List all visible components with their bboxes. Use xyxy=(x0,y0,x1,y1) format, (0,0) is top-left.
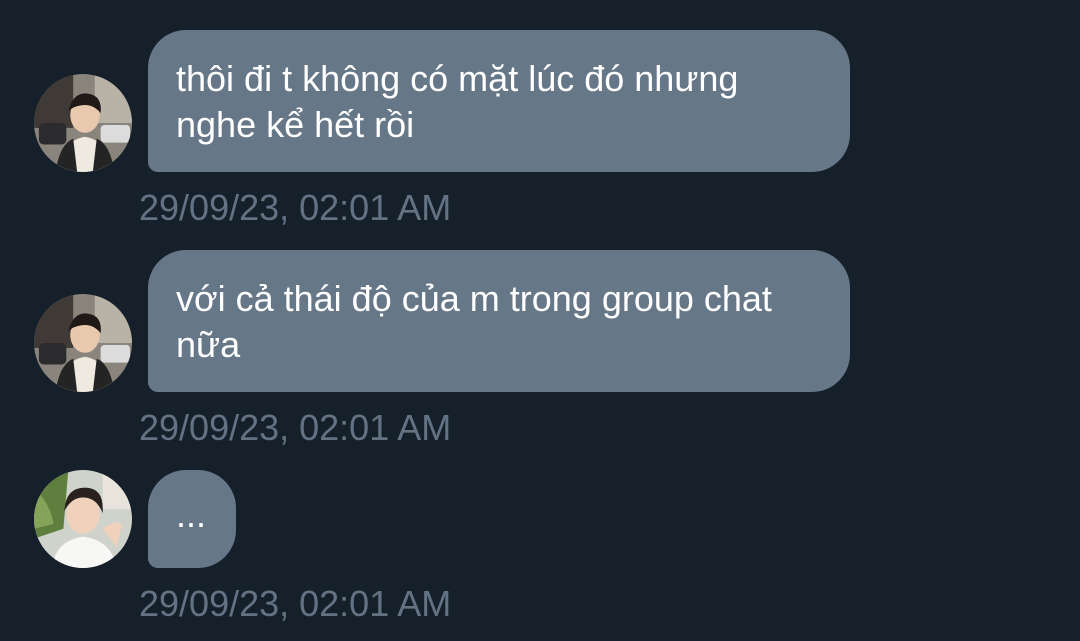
message-timestamp: 29/09/23, 02:01 AM xyxy=(139,407,452,448)
message-timestamp: 29/09/23, 02:01 AM xyxy=(139,583,452,624)
avatar-photo-user-b xyxy=(34,470,132,568)
message-text: ... xyxy=(176,494,207,535)
avatar-photo-user-a xyxy=(34,294,132,392)
message-bubble[interactable]: thôi đi t không có mặt lúc đó nhưng nghe… xyxy=(148,30,850,172)
message-timestamp: 29/09/23, 02:01 AM xyxy=(139,187,452,228)
message-avatar[interactable] xyxy=(34,294,132,392)
avatar-photo-user-a xyxy=(34,74,132,172)
message-text: thôi đi t không có mặt lúc đó nhưng nghe… xyxy=(176,58,739,145)
message-bubble[interactable]: với cả thái độ của m trong group chat nữ… xyxy=(148,250,850,392)
message-avatar[interactable] xyxy=(34,470,132,568)
message-bubble[interactable]: ... xyxy=(148,470,236,568)
message-text: với cả thái độ của m trong group chat nữ… xyxy=(176,278,772,365)
message-avatar[interactable] xyxy=(34,74,132,172)
